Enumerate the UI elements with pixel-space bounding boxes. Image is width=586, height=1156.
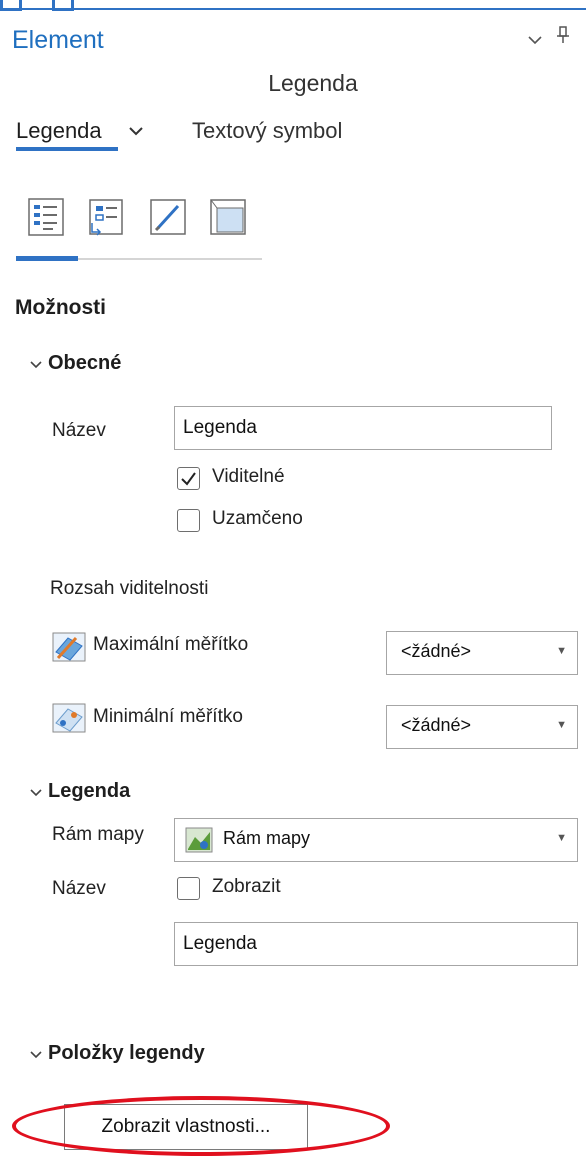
tab-active-indicator: [16, 147, 118, 151]
dropdown-arrow-icon: ▼: [556, 645, 567, 657]
min-scale-value: <žádné>: [401, 715, 472, 735]
chevron-down-icon: [30, 1046, 42, 1062]
legend-arrange-icon[interactable]: [86, 196, 128, 240]
legend-placement-icon[interactable]: [208, 196, 250, 240]
locked-checkbox[interactable]: [177, 509, 200, 532]
dropdown-arrow-icon: ▼: [556, 832, 567, 844]
icon-tab-active-indicator: [16, 256, 78, 261]
legend-title-input[interactable]: Legenda: [174, 922, 578, 966]
map-frame-icon: [185, 827, 213, 858]
max-scale-label: Maximální měřítko: [93, 634, 249, 655]
map-frame-value: Rám mapy: [223, 828, 311, 848]
pin-icon[interactable]: [556, 26, 570, 50]
show-title-label: Zobrazit: [212, 876, 281, 897]
group-header-polozky-legendy[interactable]: Položky legendy: [30, 1042, 205, 1065]
top-edge-strip: [0, 0, 586, 11]
chevron-down-icon: [30, 784, 42, 800]
group-header-label: Obecné: [48, 352, 122, 374]
group-header-label: Položky legendy: [48, 1042, 205, 1064]
section-title: Možnosti: [15, 296, 106, 319]
tab-textovy-symbol[interactable]: Textový symbol: [192, 118, 342, 144]
legend-options-icon[interactable]: [26, 196, 68, 240]
group-header-legenda[interactable]: Legenda: [30, 780, 130, 803]
visible-checkbox[interactable]: [177, 467, 200, 490]
element-name: Legenda: [268, 70, 358, 96]
min-scale-dropdown[interactable]: <žádné> ▼: [386, 705, 578, 749]
max-scale-icon: [52, 632, 86, 667]
group-header-obecne[interactable]: Obecné: [30, 352, 121, 375]
visibility-range-label: Rozsah viditelnosti: [50, 578, 209, 599]
name-input[interactable]: Legenda: [174, 406, 552, 450]
locked-label: Uzamčeno: [212, 508, 303, 529]
show-title-checkbox[interactable]: [177, 877, 200, 900]
min-scale-label: Minimální měřítko: [93, 706, 243, 727]
map-frame-label: Rám mapy: [52, 824, 144, 845]
chevron-down-icon[interactable]: [528, 28, 542, 51]
map-frame-dropdown[interactable]: Rám mapy ▼: [174, 818, 578, 862]
max-scale-dropdown[interactable]: <žádné> ▼: [386, 631, 578, 675]
max-scale-value: <žádné>: [401, 641, 472, 661]
legend-title-label: Název: [52, 878, 106, 899]
visible-label: Viditelné: [212, 466, 285, 487]
group-header-label: Legenda: [48, 780, 131, 802]
tab-dropdown-chevron-icon[interactable]: [128, 124, 144, 142]
dropdown-arrow-icon: ▼: [556, 719, 567, 731]
chevron-down-icon: [30, 356, 42, 372]
pane-title: Element: [12, 26, 104, 54]
name-label: Název: [52, 420, 106, 441]
tab-legenda[interactable]: Legenda: [16, 118, 102, 144]
min-scale-icon: [52, 703, 86, 738]
show-properties-button[interactable]: Zobrazit vlastnosti...: [64, 1104, 308, 1150]
legend-display-icon[interactable]: [148, 196, 190, 240]
